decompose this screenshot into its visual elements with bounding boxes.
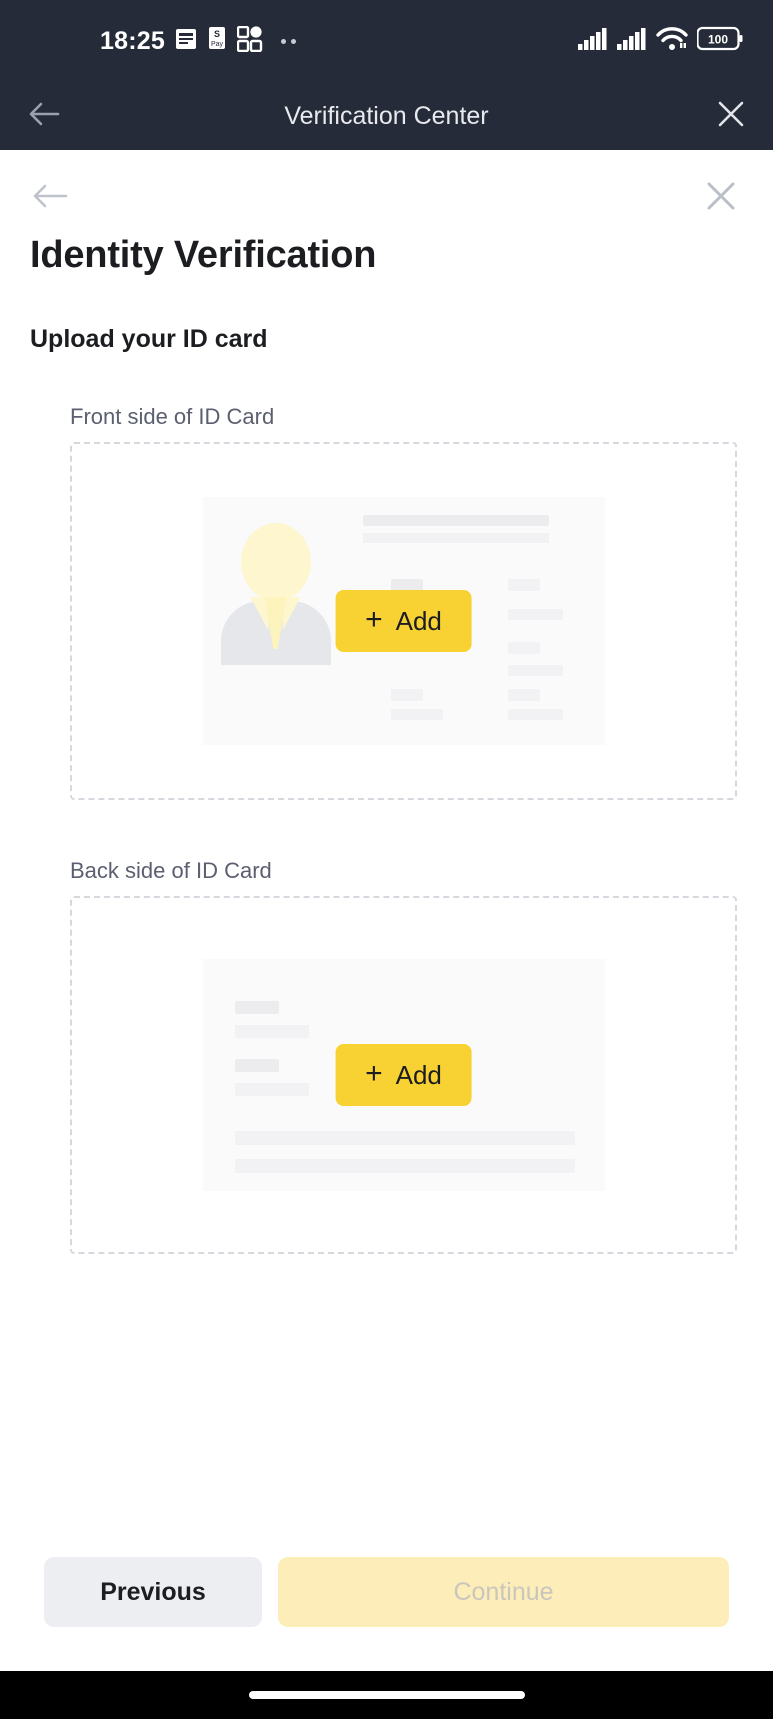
front-add-label: Add <box>395 605 442 636</box>
more-dots-icon <box>280 38 296 44</box>
page-title: Identity Verification <box>30 234 377 276</box>
placeholder-bar <box>507 709 563 720</box>
placeholder-bar <box>234 1083 309 1096</box>
back-side-dropzone[interactable]: + Add <box>70 896 737 1254</box>
footer-actions: Previous Continue <box>0 1557 773 1671</box>
wifi-icon <box>656 26 688 56</box>
placeholder-bar <box>507 609 563 620</box>
placeholder-bar <box>507 642 540 654</box>
previous-button[interactable]: Previous <box>44 1557 262 1627</box>
page-close-button[interactable] <box>705 180 737 212</box>
signal-sim1-icon <box>578 27 608 56</box>
svg-text:S: S <box>214 29 220 39</box>
placeholder-bar <box>362 533 549 543</box>
status-bar-clock: 18:25 <box>100 26 165 55</box>
upload-block-front: Front side of ID Card + Add <box>0 354 773 800</box>
notes-icon <box>175 27 197 56</box>
front-add-button[interactable]: + Add <box>335 590 472 652</box>
placeholder-bar <box>234 1159 575 1173</box>
home-indicator[interactable] <box>248 1691 525 1699</box>
battery-icon: 100 <box>696 26 743 56</box>
app-grid-icon <box>236 25 263 57</box>
placeholder-bar <box>234 1001 279 1014</box>
continue-button[interactable]: Continue <box>278 1557 729 1627</box>
placeholder-bar <box>362 515 549 526</box>
placeholder-bar <box>507 665 563 676</box>
system-nav-bar <box>0 1671 773 1719</box>
upload-block-back: Back side of ID Card + Add <box>0 800 773 1254</box>
header-close-button[interactable] <box>717 100 745 133</box>
back-side-label: Back side of ID Card <box>70 858 272 883</box>
avatar-head-shape <box>240 523 311 601</box>
battery-level-text: 100 <box>708 33 728 47</box>
front-card-illustration: + Add <box>202 497 605 745</box>
front-side-dropzone[interactable]: + Add <box>70 442 737 800</box>
samsung-pay-icon: S Pay <box>207 26 227 56</box>
app-header-title: Verification Center <box>284 101 489 130</box>
placeholder-bar <box>234 1059 279 1072</box>
status-bar: 18:25 S Pay 100 <box>0 0 773 82</box>
page-back-button[interactable] <box>32 182 70 210</box>
section-title: Upload your ID card <box>30 325 268 353</box>
svg-text:Pay: Pay <box>211 41 224 48</box>
placeholder-bar <box>390 709 443 720</box>
back-add-label: Add <box>395 1059 442 1090</box>
app-header: Verification Center <box>0 82 773 150</box>
page-nav <box>0 150 773 212</box>
placeholder-bar <box>507 689 540 701</box>
plus-icon: + <box>365 603 383 636</box>
status-bar-left: 18:25 S Pay <box>100 25 296 57</box>
page-content: Identity Verification Upload your ID car… <box>0 150 773 1671</box>
placeholder-bar <box>390 689 423 701</box>
front-side-label: Front side of ID Card <box>70 404 275 429</box>
back-card-illustration: + Add <box>202 959 605 1191</box>
plus-icon: + <box>365 1057 383 1090</box>
back-add-button[interactable]: + Add <box>335 1044 472 1106</box>
status-bar-right: 100 <box>578 26 743 56</box>
placeholder-bar <box>234 1025 309 1038</box>
signal-sim2-icon <box>617 27 647 56</box>
placeholder-bar <box>234 1131 575 1145</box>
placeholder-bar <box>507 579 540 591</box>
header-back-button[interactable] <box>28 101 60 132</box>
phone-screen: 18:25 S Pay 100 Verification Center Iden… <box>0 0 773 1719</box>
